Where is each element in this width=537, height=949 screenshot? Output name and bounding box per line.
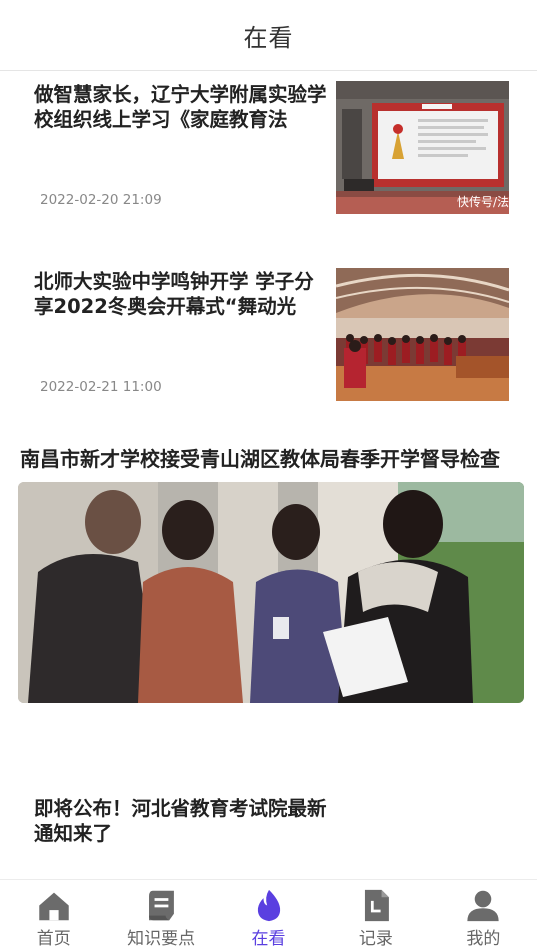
article-card[interactable]: 做智慧家长，辽宁大学附属实验学校组织线上学习《家庭教育法 2022-02-20 …: [0, 71, 537, 236]
home-icon: [38, 892, 69, 921]
document-icon: [364, 889, 389, 922]
tab-records[interactable]: 记录: [322, 880, 429, 949]
bottom-tab-bar: 首页 知识要点 在看 记录 我的: [0, 879, 537, 949]
user-icon: [467, 890, 499, 922]
article-title[interactable]: 北师大实验中学鸣钟开学 学子分享2022冬奥会开幕式“舞动光: [34, 269, 329, 319]
news-feed[interactable]: 做智慧家长，辽宁大学附属实验学校组织线上学习《家庭教育法 2022-02-20 …: [0, 71, 537, 879]
tab-label: 在看: [251, 929, 286, 949]
featured-article-image[interactable]: [18, 482, 524, 703]
page-title: 在看: [243, 23, 294, 52]
scroll-icon: [149, 890, 175, 921]
article-thumbnail-image: [336, 268, 509, 401]
tab-profile[interactable]: 我的: [430, 880, 537, 949]
article-date: 2022-02-20 21:09: [40, 192, 162, 208]
article-thumbnail[interactable]: 快传号/法: [336, 81, 509, 214]
article-date: 2022-02-21 11:00: [40, 379, 162, 395]
article-text[interactable]: 即将公布！河北省教育考试院最新通知来了: [34, 796, 329, 846]
featured-article-title[interactable]: 南昌市新才学校接受青山湖区教体局春季开学督导检查: [20, 443, 525, 472]
tab-label: 知识要点: [127, 929, 196, 949]
flame-icon: [257, 889, 280, 922]
article-text[interactable]: 做智慧家长，辽宁大学附属实验学校组织线上学习《家庭教育法: [34, 82, 329, 132]
tab-label: 我的: [466, 929, 501, 949]
article-title[interactable]: 即将公布！河北省教育考试院最新通知来了: [34, 796, 329, 846]
article-thumbnail[interactable]: [336, 268, 509, 401]
thumbnail-watermark: 快传号/法: [456, 195, 509, 209]
article-title[interactable]: 做智慧家长，辽宁大学附属实验学校组织线上学习《家庭教育法: [34, 82, 329, 132]
tab-label: 记录: [358, 929, 393, 949]
tab-label: 首页: [36, 929, 71, 949]
article-text[interactable]: 北师大实验中学鸣钟开学 学子分享2022冬奥会开幕式“舞动光: [34, 269, 329, 319]
tab-watching[interactable]: 在看: [215, 880, 322, 949]
featured-photo: [18, 482, 524, 703]
article-card[interactable]: 北师大实验中学鸣钟开学 学子分享2022冬奥会开幕式“舞动光 2022-02-2…: [0, 258, 537, 408]
tab-knowledge[interactable]: 知识要点: [107, 880, 214, 949]
tab-home[interactable]: 首页: [0, 880, 107, 949]
top-header: 在看: [0, 0, 537, 71]
article-card[interactable]: 即将公布！河北省教育考试院最新通知来了: [0, 791, 537, 879]
